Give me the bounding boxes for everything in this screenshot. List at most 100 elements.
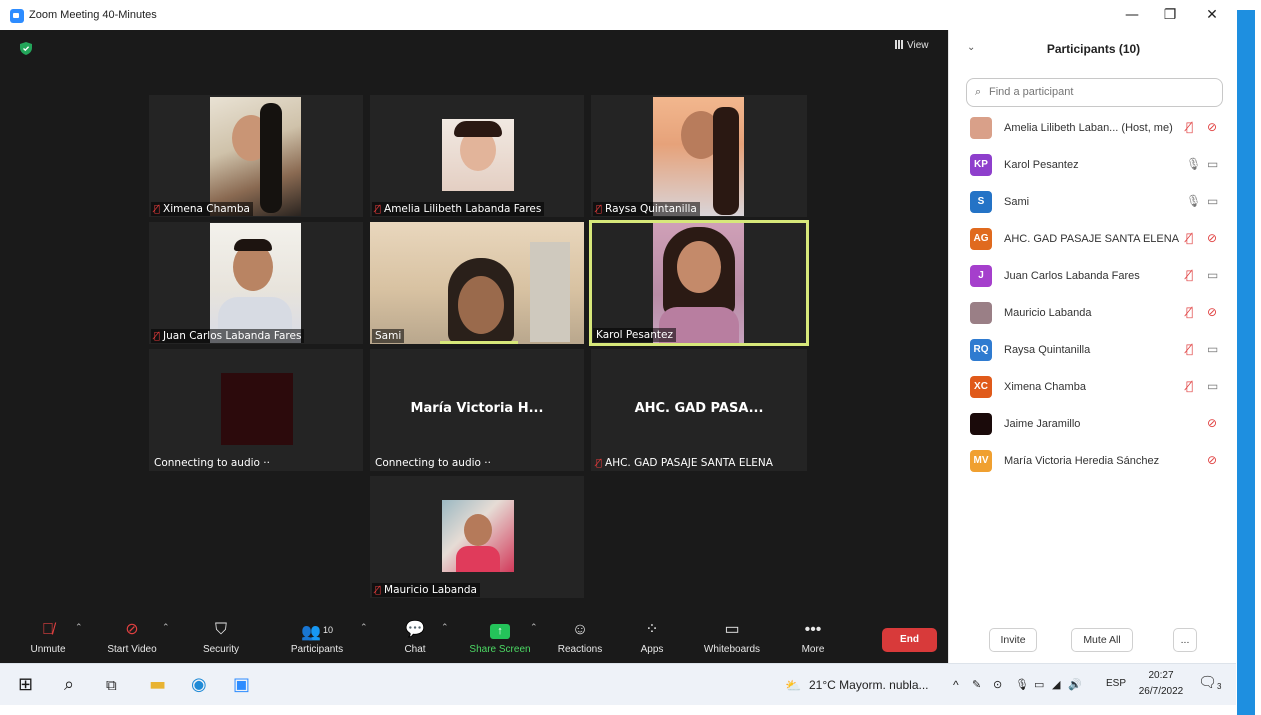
video-tile-juan-carlos[interactable]: 🎙̸ Juan Carlos Labanda Fares [149, 222, 363, 344]
mic-muted-icon: 🎙̸ [375, 204, 382, 215]
participant-avatar-photo [442, 119, 514, 191]
battery-icon[interactable]: ▭ [1034, 678, 1044, 691]
view-button[interactable]: View [895, 40, 929, 51]
start-video-button[interactable]: ⊘ Start Video [92, 619, 172, 655]
mic-muted-icon[interactable]: 🎙̸ [1186, 231, 1193, 245]
more-button[interactable]: ••• More [773, 619, 853, 655]
video-tile-connecting-1[interactable]: Connecting to audio ·· [149, 349, 363, 471]
participant-name: María Victoria Heredia Sánchez [1004, 455, 1160, 467]
mic-muted-icon[interactable]: 🎙̸ [1186, 268, 1193, 282]
smiley-plus-icon: ☺ [571, 621, 589, 638]
notification-count: 3 [1217, 682, 1222, 691]
participant-row[interactable]: RQ Raysa Quintanilla 🎙̸ ▭ [949, 333, 1238, 370]
start-video-label: Start Video [107, 644, 157, 655]
video-tile-ximena[interactable]: 🎙̸ Ximena Chamba [149, 95, 363, 217]
security-button[interactable]: ⛉ Security [181, 619, 261, 655]
chat-options-caret-icon[interactable]: ⌃ [441, 623, 449, 633]
restore-button[interactable]: ❐ [1156, 5, 1184, 25]
reactions-button[interactable]: ☺ Reactions [540, 619, 620, 655]
apps-button[interactable]: ⁘ Apps [612, 619, 692, 655]
video-off-icon[interactable]: ⊘ [1207, 231, 1217, 245]
chat-label: Chat [404, 644, 426, 655]
encryption-shield-icon[interactable] [20, 42, 32, 55]
participants-icon: 👥 10 [301, 624, 333, 641]
video-icon[interactable]: ▭ [1207, 379, 1218, 393]
share-screen-button[interactable]: ↑ Share Screen [460, 619, 540, 655]
participant-row[interactable]: KP Karol Pesantez 🎙 ▭ [949, 148, 1238, 185]
pen-icon[interactable]: ✎ [972, 678, 981, 691]
meet-now-icon[interactable]: ⊙ [993, 678, 1002, 691]
video-icon[interactable]: ▭ [1207, 268, 1218, 282]
volume-icon[interactable]: 🔊 [1068, 678, 1082, 691]
tile-name-label: 🎙̸ AHC. GAD PASAJE SANTA ELENA [596, 457, 773, 469]
video-tile-mauricio[interactable]: 🎙̸ Mauricio Labanda [370, 476, 584, 598]
participant-row[interactable]: Jaime Jaramillo ⊘ [949, 407, 1238, 444]
participant-avatar: S [970, 191, 992, 213]
video-tile-amelia[interactable]: 🎙̸ Amelia Lilibeth Labanda Fares [370, 95, 584, 217]
mic-muted-icon[interactable]: 🎙̸ [1186, 342, 1193, 356]
participant-name: Ximena Chamba [1004, 381, 1086, 393]
participant-row[interactable]: MV María Victoria Heredia Sánchez ⊘ [949, 444, 1238, 481]
mic-icon[interactable]: 🎙 [1186, 194, 1201, 208]
weather-text[interactable]: 21°C Mayorm. nubla... [809, 678, 929, 692]
video-options-caret-icon[interactable]: ⌃ [162, 623, 170, 633]
video-off-icon[interactable]: ⊘ [1207, 120, 1217, 134]
panel-more-button[interactable]: ... [1173, 628, 1197, 652]
mute-all-button[interactable]: Mute All [1071, 628, 1133, 652]
mic-icon[interactable]: 🎙 [1186, 157, 1201, 171]
video-icon[interactable]: ▭ [1207, 157, 1218, 171]
wifi-icon[interactable]: ◢ [1052, 678, 1060, 691]
participant-row[interactable]: Amelia Lilibeth Laban... (Host, me) 🎙̸ ⊘ [949, 111, 1238, 148]
microphone-tray-icon[interactable]: 🎙 [1015, 678, 1029, 691]
mic-muted-icon[interactable]: 🎙̸ [1186, 379, 1193, 393]
participant-avatar [970, 117, 992, 139]
edge-browser-icon[interactable]: ◉ [191, 674, 207, 696]
share-options-caret-icon[interactable]: ⌃ [530, 623, 538, 633]
participant-row[interactable]: AG AHC. GAD PASAJE SANTA ELENA 🎙̸ ⊘ [949, 222, 1238, 259]
participants-options-caret-icon[interactable]: ⌃ [360, 623, 368, 633]
zoom-taskbar-icon[interactable]: ▣ [233, 674, 250, 696]
video-tile-karol-active-speaker[interactable]: Karol Pesantez [589, 220, 809, 346]
share-screen-label: Share Screen [469, 644, 531, 655]
tray-expand-icon[interactable]: ^ [953, 678, 959, 692]
task-view-icon[interactable]: ⧉ [106, 674, 117, 696]
mic-muted-icon[interactable]: 🎙̸ [1186, 305, 1193, 319]
grid-icon [895, 40, 904, 49]
notifications-icon[interactable]: 🗨3 [1198, 673, 1222, 691]
video-tile-sami[interactable]: Sami [370, 222, 584, 344]
participant-search-box[interactable]: ⌕ [966, 78, 1223, 107]
minimize-button[interactable]: — [1118, 5, 1146, 25]
audio-options-caret-icon[interactable]: ⌃ [75, 623, 83, 633]
video-tile-maria-victoria[interactable]: María Victoria H... Connecting to audio … [370, 349, 584, 471]
tile-name-label: 🎙̸ Mauricio Labanda [372, 583, 480, 597]
reactions-label: Reactions [557, 644, 603, 655]
whiteboard-icon: ▭ [724, 621, 740, 638]
participant-row[interactable]: S Sami 🎙 ▭ [949, 185, 1238, 222]
participant-row[interactable]: Mauricio Labanda 🎙̸ ⊘ [949, 296, 1238, 333]
video-tile-raysa[interactable]: 🎙̸ Raysa Quintanilla [591, 95, 807, 217]
window-title: Zoom Meeting 40-Minutes [29, 9, 157, 21]
participant-search-input[interactable] [989, 79, 1219, 105]
clock[interactable]: 20:27 26/7/2022 [1135, 668, 1187, 700]
whiteboards-button[interactable]: ▭ Whiteboards [692, 619, 772, 655]
windows-start-icon[interactable]: ⊞ [18, 674, 33, 696]
participant-row[interactable]: J Juan Carlos Labanda Fares 🎙̸ ▭ [949, 259, 1238, 296]
video-icon[interactable]: ▭ [1207, 194, 1218, 208]
video-icon[interactable]: ▭ [1207, 342, 1218, 356]
video-tile-ahc-gad[interactable]: AHC. GAD PASA... 🎙̸ AHC. GAD PASAJE SANTA… [591, 349, 807, 471]
participant-row[interactable]: XC Ximena Chamba 🎙̸ ▭ [949, 370, 1238, 407]
video-off-icon[interactable]: ⊘ [1207, 453, 1217, 467]
end-meeting-button[interactable]: End [882, 628, 937, 652]
file-explorer-icon[interactable]: ▬ [149, 674, 166, 696]
video-off-icon[interactable]: ⊘ [1207, 416, 1217, 430]
clock-date: 26/7/2022 [1138, 686, 1184, 697]
video-off-icon[interactable]: ⊘ [1207, 305, 1217, 319]
language-indicator[interactable]: ESP [1106, 678, 1126, 689]
search-icon[interactable]: ⌕ [64, 674, 74, 696]
weather-icon[interactable]: ⛅ [785, 678, 801, 694]
participant-name: AHC. GAD PASAJE SANTA ELENA [1004, 233, 1180, 245]
invite-button[interactable]: Invite [989, 628, 1037, 652]
mic-muted-icon[interactable]: 🎙̸ [1186, 120, 1193, 134]
participants-button[interactable]: 👥 10 Participants [277, 619, 357, 655]
close-button[interactable]: ✕ [1198, 5, 1226, 25]
